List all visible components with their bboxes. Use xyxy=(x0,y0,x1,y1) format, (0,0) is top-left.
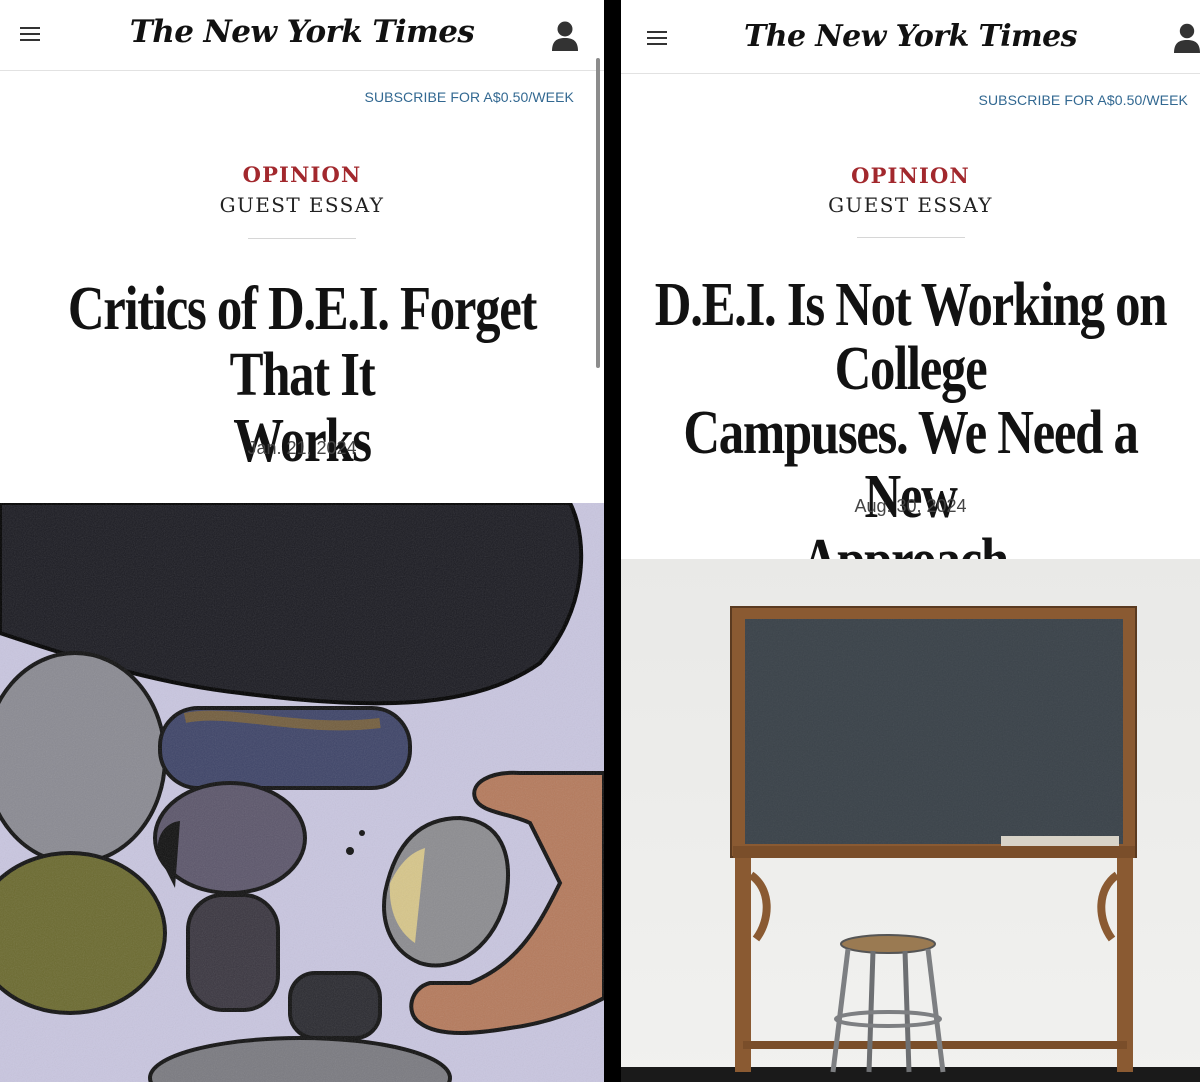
guest-essay-label: GUEST ESSAY xyxy=(219,193,385,217)
hero-photo xyxy=(621,559,1200,1082)
subscribe-link[interactable]: SUBSCRIBE FOR A$0.50/WEEK xyxy=(979,92,1188,108)
headline-line: D.E.I. Is Not Working on College xyxy=(654,271,1168,403)
screenshot-separator xyxy=(604,0,621,1082)
masthead-logo[interactable]: The New York Times xyxy=(0,14,604,50)
headline-line: Critics of D.E.I. Forget That It xyxy=(67,275,538,409)
subscribe-link[interactable]: SUBSCRIBE FOR A$0.50/WEEK xyxy=(365,89,574,105)
opinion-label[interactable]: OPINION xyxy=(0,162,604,187)
headline: D.E.I. Is Not Working on College Campuse… xyxy=(632,273,1189,593)
top-navigation-bar: The New York Times xyxy=(0,0,604,71)
account-icon[interactable] xyxy=(551,20,579,52)
opinion-label[interactable]: OPINION xyxy=(621,163,1200,188)
masthead-logo[interactable]: The New York Times xyxy=(621,19,1200,54)
section-divider xyxy=(856,237,965,238)
left-article-screenshot: The New York Times SUBSCRIBE FOR A$0.50/… xyxy=(0,0,604,1082)
guest-essay-label: GUEST ESSAY xyxy=(828,193,993,217)
hero-illustration xyxy=(0,503,604,1082)
account-icon[interactable] xyxy=(1174,22,1200,54)
top-navigation-bar: The New York Times xyxy=(621,0,1200,74)
right-article-screenshot: The New York Times SUBSCRIBE FOR A$0.50/… xyxy=(621,0,1200,1082)
publish-date: Aug. 30, 2024 xyxy=(854,496,967,516)
publish-date: Jan. 21, 2024 xyxy=(247,438,357,458)
section-divider xyxy=(248,238,356,239)
